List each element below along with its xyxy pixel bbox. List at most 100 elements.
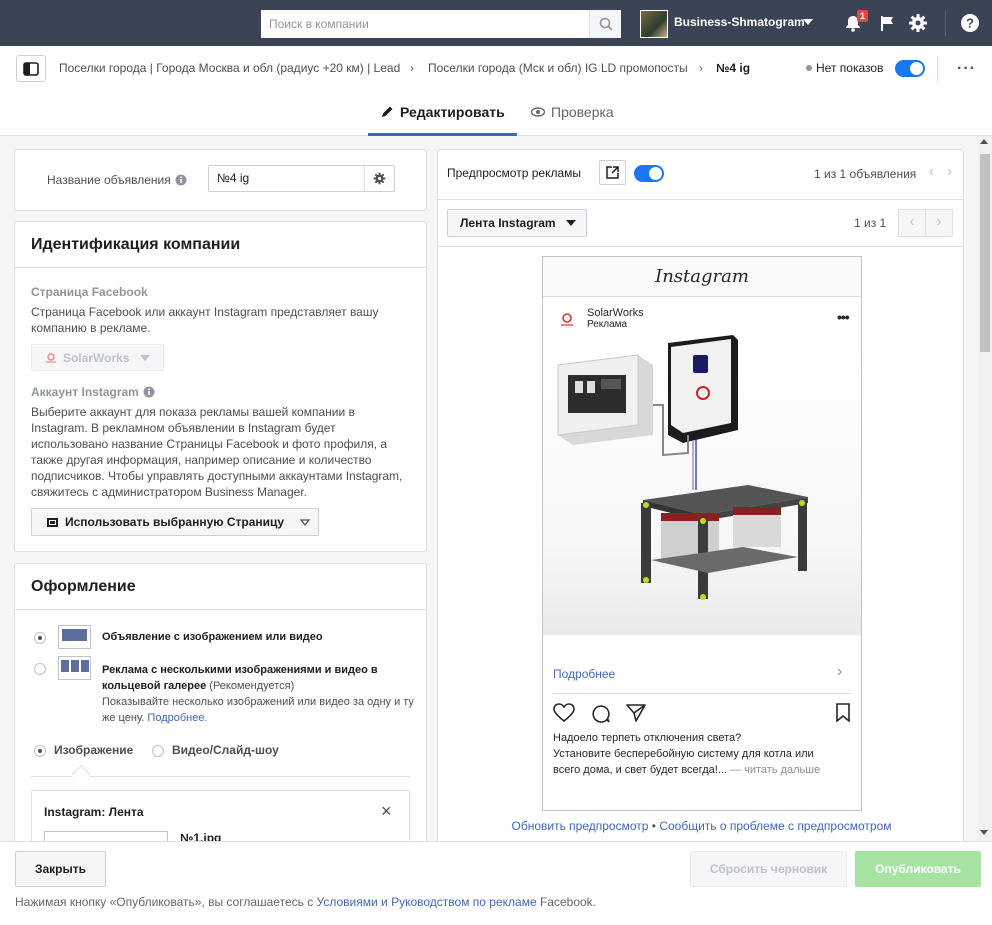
use-selected-page-label: Использовать выбранную Страницу: [65, 515, 285, 529]
caption-line-3: всего дома, и свет будет всегда!...: [553, 764, 727, 776]
divider: [937, 56, 938, 82]
post-caption: Надоело терпеть отключения света? Устано…: [553, 730, 853, 778]
chevron-right-icon[interactable]: ›: [837, 663, 842, 681]
ad-name-card: Название объявления №4 ig: [14, 149, 427, 211]
pointer-arrow: [71, 765, 91, 785]
pencil-icon: [382, 106, 393, 117]
info-icon[interactable]: [143, 386, 155, 398]
ig-label-row: Аккаунт Instagram: [31, 385, 155, 399]
use-selected-page-button[interactable]: Использовать выбранную Страницу: [31, 508, 319, 536]
image-option[interactable]: Изображение: [54, 743, 133, 757]
breadcrumb-campaign[interactable]: Поселки города | Города Москва и обл (ра…: [59, 61, 400, 75]
help-icon[interactable]: ?: [959, 12, 981, 34]
mode-tabs: Редактировать Проверка: [0, 90, 992, 136]
close-icon[interactable]: ×: [381, 801, 392, 822]
instagram-preview-frame: Instagram SolarWorks Реклама ••• Подробн…: [542, 256, 862, 811]
tab-edit[interactable]: Редактировать: [380, 104, 505, 120]
gear-icon[interactable]: [364, 166, 394, 191]
gear-icon[interactable]: [907, 12, 929, 34]
ad-name-label-row: Название объявления: [47, 173, 187, 187]
ig-account-description: Выберите аккаунт для показа рекламы ваше…: [31, 405, 403, 499]
heart-icon[interactable]: [553, 703, 575, 723]
reset-draft-button[interactable]: Сбросить черновик: [690, 851, 847, 887]
cta-learn-more[interactable]: Подробнее: [553, 667, 615, 681]
editor-footer: Закрыть Сбросить черновик Опубликовать Н…: [0, 841, 992, 925]
close-button[interactable]: Закрыть: [15, 851, 106, 887]
svg-text:?: ?: [966, 16, 974, 31]
notification-badge: 1: [857, 10, 869, 22]
report-problem-link[interactable]: Сообщить о проблеме с предпросмотром: [659, 819, 891, 833]
video-radio[interactable]: [152, 745, 164, 757]
read-more-link[interactable]: — читать дальше: [730, 764, 820, 776]
chevron-down-icon: [140, 354, 151, 361]
share-icon[interactable]: [626, 704, 646, 722]
single-media-option[interactable]: Объявление с изображением или видео: [102, 631, 323, 643]
next-page-icon[interactable]: ›: [926, 210, 952, 236]
tab-review[interactable]: Проверка: [531, 104, 614, 120]
preview-toggle[interactable]: [634, 165, 664, 182]
business-avatar[interactable]: [640, 10, 668, 38]
separator-dot: •: [651, 819, 656, 833]
company-search[interactable]: [261, 10, 621, 38]
scroll-up-icon[interactable]: [980, 139, 988, 144]
info-icon[interactable]: [175, 174, 187, 186]
flag-icon[interactable]: [876, 12, 898, 34]
preview-pager: ‹ ›: [898, 209, 953, 237]
single-media-radio[interactable]: [34, 632, 46, 644]
carousel-more-link[interactable]: Подробнее.: [147, 712, 207, 724]
carousel-option[interactable]: Реклама с несколькими изображениями и ви…: [102, 662, 402, 694]
comment-icon[interactable]: [591, 704, 611, 724]
post-options-icon[interactable]: •••: [837, 309, 850, 325]
editor-main: Название объявления №4 ig Идентификация …: [0, 136, 992, 870]
divider: [15, 609, 426, 610]
chevron-down-icon: [300, 518, 311, 526]
refresh-preview-link[interactable]: Обновить предпросмотр: [511, 819, 648, 833]
divider: [438, 246, 963, 247]
breadcrumb-adset[interactable]: Поселки города (Мск и обл) IG LD промопо…: [428, 61, 688, 75]
business-name[interactable]: Business-Shmatogram: [674, 15, 805, 29]
placement-title: Instagram: Лента: [44, 805, 144, 819]
divider: [438, 199, 963, 200]
ad-name-field[interactable]: №4 ig: [208, 165, 395, 192]
carousel-radio[interactable]: [34, 663, 46, 675]
publish-button[interactable]: Опубликовать: [855, 851, 981, 887]
chevron-right-icon: ›: [699, 61, 703, 75]
toggle-panel-button[interactable]: [16, 55, 46, 82]
next-ad-icon[interactable]: ›: [947, 163, 952, 180]
scrollbar-thumb[interactable]: [980, 154, 990, 352]
open-external-icon[interactable]: [599, 160, 626, 185]
carousel-format-icon: [58, 656, 91, 680]
identity-card: Идентификация компании Страница Facebook…: [14, 221, 427, 552]
solarworks-logo-icon: [46, 352, 56, 363]
search-icon[interactable]: [589, 10, 621, 38]
placement-dropdown[interactable]: Лента Instagram: [447, 209, 587, 237]
placement-dropdown-label: Лента Instagram: [460, 216, 556, 230]
bookmark-icon[interactable]: [835, 703, 851, 722]
scroll-down-icon[interactable]: [980, 830, 988, 835]
search-input[interactable]: [261, 10, 589, 38]
preview-page-count: 1 из 1: [854, 216, 887, 230]
terms-link[interactable]: Условиями и Руководством по рекламе: [317, 895, 537, 909]
ad-name-input[interactable]: №4 ig: [209, 166, 364, 191]
prev-ad-icon[interactable]: ‹: [929, 163, 934, 180]
solarworks-avatar-icon: [561, 313, 573, 326]
tab-review-label: Проверка: [551, 104, 614, 120]
fb-page-selector[interactable]: SolarWorks: [31, 344, 164, 371]
terms-suffix: Facebook.: [539, 895, 597, 909]
carousel-description: Показывайте несколько изображений или ви…: [102, 694, 422, 726]
image-radio[interactable]: [34, 745, 46, 757]
tab-edit-label: Редактировать: [400, 104, 505, 120]
instagram-header: Instagram: [543, 257, 861, 297]
delivery-status: Нет показов: [816, 61, 884, 75]
chevron-down-icon: [565, 220, 576, 226]
preview-card: Предпросмотр рекламы 1 из 1 объявления ‹…: [437, 149, 964, 849]
eye-icon: [531, 107, 545, 117]
more-options-icon[interactable]: ···: [957, 60, 976, 78]
chevron-down-icon[interactable]: [803, 19, 813, 25]
ad-count: 1 из 1 объявления: [814, 167, 917, 181]
video-option[interactable]: Видео/Слайд-шоу: [172, 743, 279, 757]
ad-status-toggle[interactable]: [895, 60, 925, 77]
divider: [945, 10, 946, 36]
identity-title: Идентификация компании: [31, 236, 241, 253]
prev-page-icon[interactable]: ‹: [899, 210, 926, 236]
